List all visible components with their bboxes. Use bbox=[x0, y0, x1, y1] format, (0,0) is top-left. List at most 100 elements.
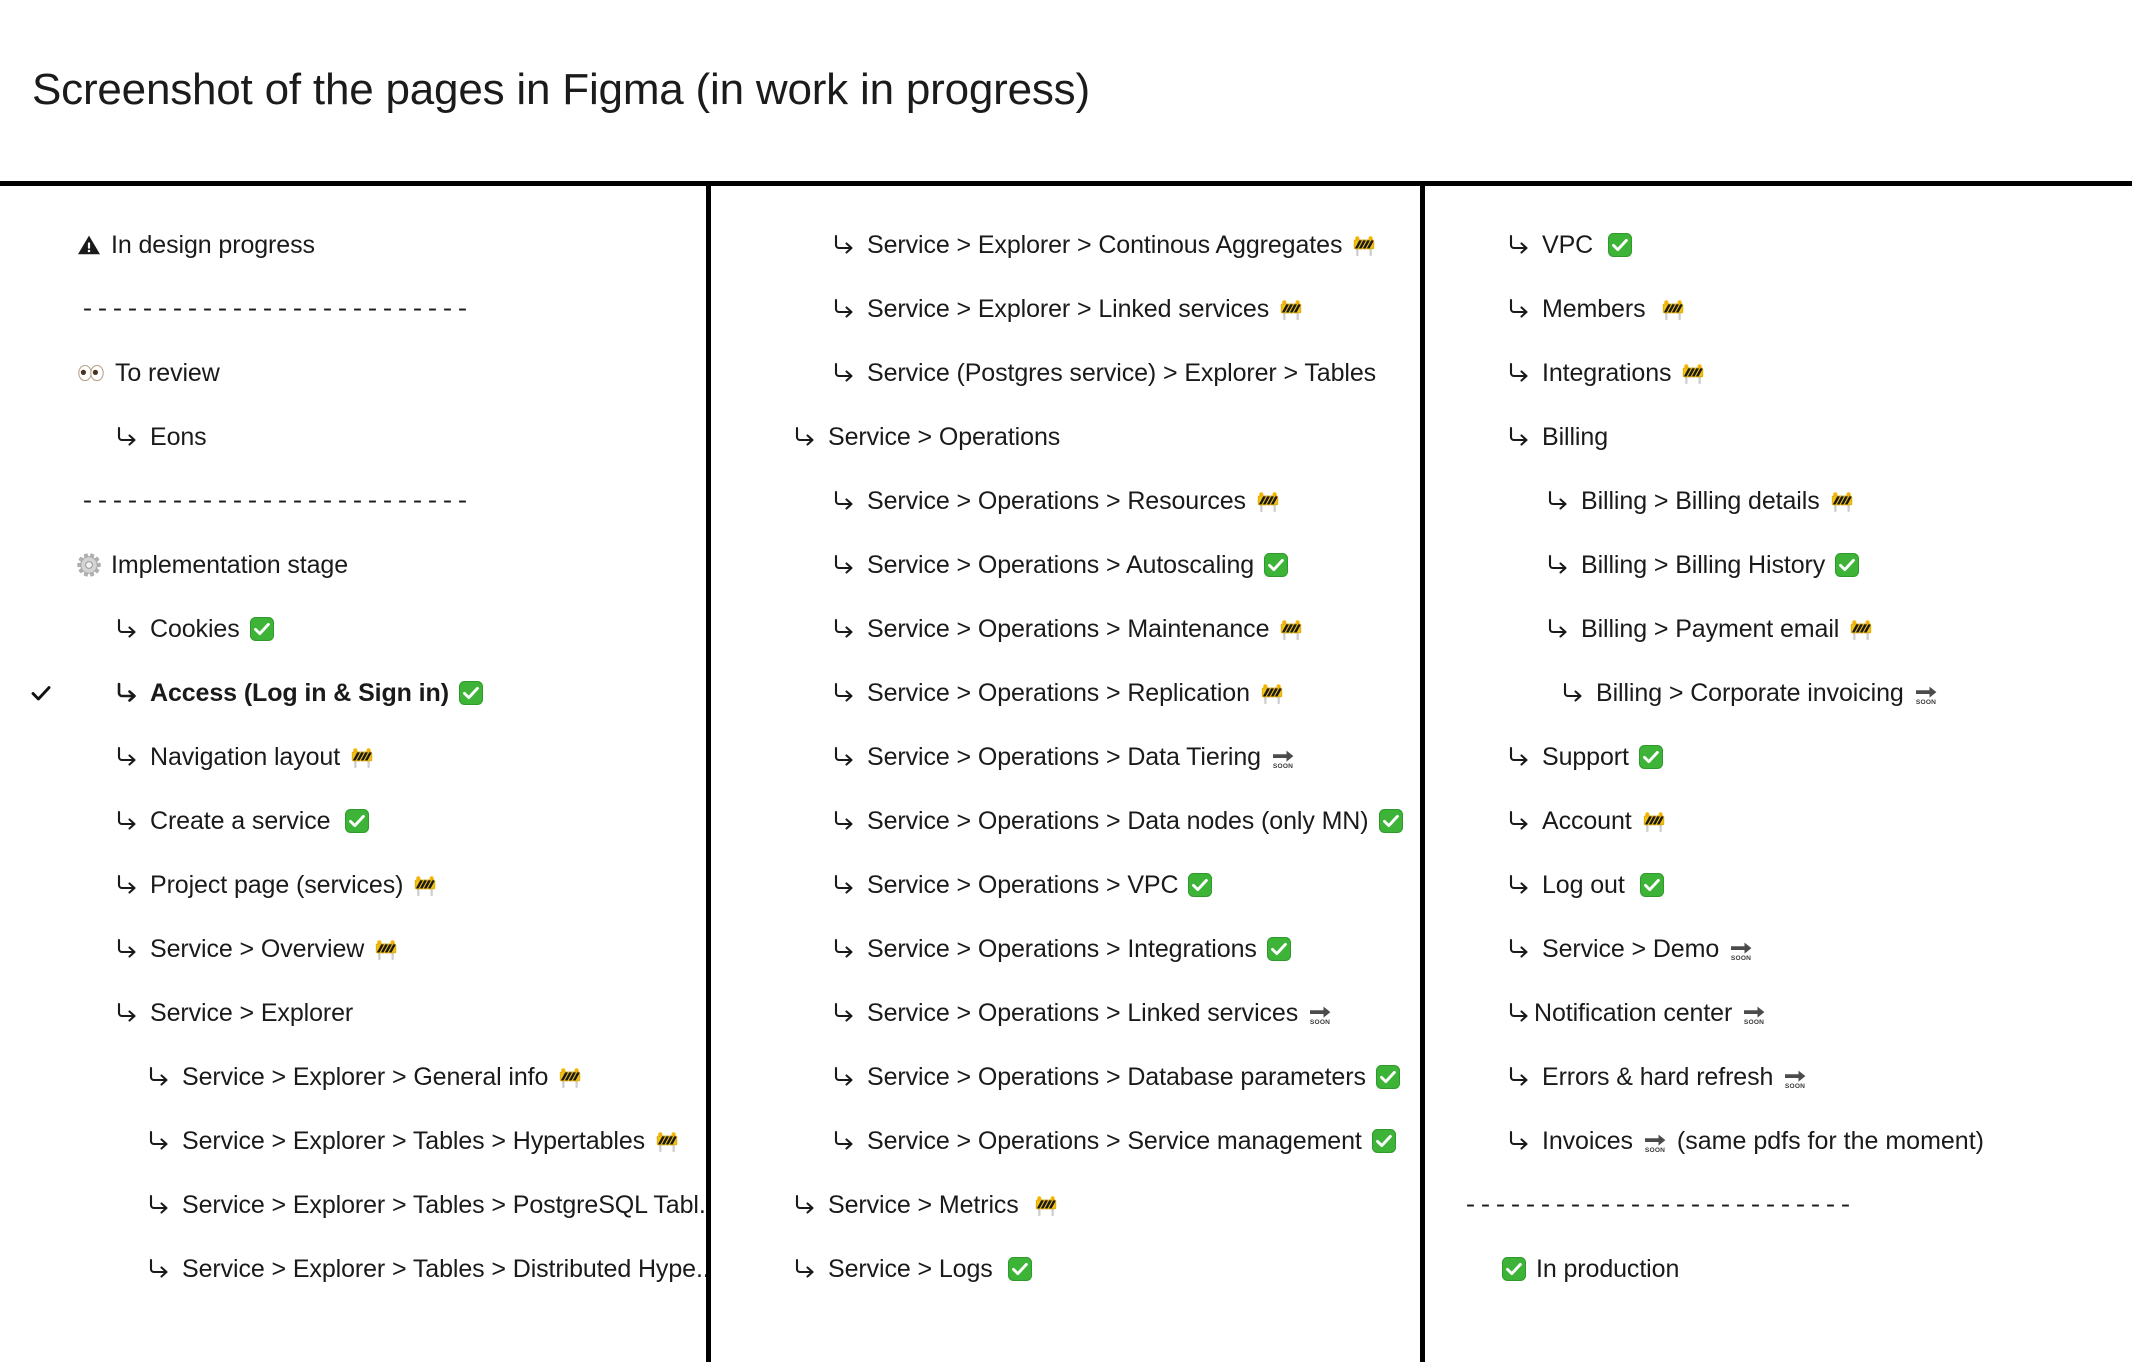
page-list-item[interactable]: Navigation layout bbox=[0, 725, 706, 789]
hook-arrow-icon bbox=[1506, 808, 1532, 834]
page-list-item-label: Billing > Billing History bbox=[1581, 550, 1826, 579]
soon-arrow-icon: SOON bbox=[1642, 1128, 1668, 1154]
page-list-item[interactable]: Service > Operations bbox=[711, 405, 1420, 469]
svg-text:SOON: SOON bbox=[1916, 699, 1936, 706]
page-list-item[interactable]: Service > Operations > Integrations bbox=[711, 917, 1420, 981]
page-list-item[interactable]: Invoices SOON (same pdfs for the moment) bbox=[1425, 1109, 2132, 1173]
hook-arrow-icon bbox=[114, 616, 140, 642]
hook-arrow-icon bbox=[831, 232, 857, 258]
page-list-item-label: Navigation layout bbox=[150, 742, 341, 771]
page-list-item-label: Billing > Corporate invoicing bbox=[1596, 678, 1904, 707]
page-list-item[interactable]: Service > Operations > VPC bbox=[711, 853, 1420, 917]
column-service-operations: Service > Explorer > Continous Aggregate… bbox=[711, 186, 1425, 1362]
page-list-item[interactable]: Service > Operations > Database paramete… bbox=[711, 1045, 1420, 1109]
page-list-item-label: Service > Operations bbox=[828, 422, 1061, 451]
hook-arrow-icon bbox=[114, 872, 140, 898]
page-list-item[interactable]: Create a service bbox=[0, 789, 706, 853]
page-list-item[interactable]: Service > Operations > Service managemen… bbox=[711, 1109, 1420, 1173]
page-list-item[interactable]: Billing > Billing details bbox=[1425, 469, 2132, 533]
page-list-item[interactable]: Service > Explorer > Linked services bbox=[711, 277, 1420, 341]
white-check-mark-icon bbox=[1638, 744, 1664, 770]
soon-arrow-icon: SOON bbox=[1270, 744, 1296, 770]
page-list-item[interactable]: Support bbox=[1425, 725, 2132, 789]
page-list-item[interactable]: Billing bbox=[1425, 405, 2132, 469]
page-list-item[interactable]: Billing > Payment email bbox=[1425, 597, 2132, 661]
soon-arrow-icon: SOON bbox=[1741, 1000, 1767, 1026]
page-list-item-label: Service > Overview bbox=[150, 934, 365, 963]
page-list-item[interactable]: Service > Explorer > General info bbox=[0, 1045, 706, 1109]
page-list-item[interactable]: Eons bbox=[0, 405, 706, 469]
soon-arrow-icon: SOON bbox=[1728, 936, 1754, 962]
page-list-item[interactable]: Service > Explorer bbox=[0, 981, 706, 1045]
eyes-icon bbox=[76, 360, 106, 386]
hook-arrow-icon bbox=[146, 1128, 172, 1154]
page-list-item[interactable]: Service > Explorer > Tables > Distribute… bbox=[0, 1237, 706, 1301]
page-list-item[interactable]: Log out bbox=[1425, 853, 2132, 917]
page-list-item[interactable]: Service > Demo SOON bbox=[1425, 917, 2132, 981]
white-check-mark-icon bbox=[344, 808, 370, 834]
page-list-item-label: Service > Explorer > Tables > Distribute… bbox=[182, 1254, 711, 1283]
page-list-item-label: Service > Operations > VPC bbox=[867, 870, 1179, 899]
page-list-item[interactable]: Service (Postgres service) > Explorer > … bbox=[711, 341, 1420, 405]
page-list-item-label: Invoices bbox=[1542, 1126, 1633, 1155]
page-list-item-label: Project page (services) bbox=[150, 870, 404, 899]
construction-barrier-icon bbox=[373, 936, 399, 962]
page-list-item[interactable]: Service > Operations > Replication bbox=[711, 661, 1420, 725]
hook-arrow-icon bbox=[792, 1192, 818, 1218]
construction-barrier-icon bbox=[412, 872, 438, 898]
page-list-item[interactable]: Project page (services) bbox=[0, 853, 706, 917]
status-group-label: In production bbox=[1536, 1254, 1680, 1283]
white-check-mark-icon bbox=[1371, 1128, 1397, 1154]
page-list-item[interactable]: Access (Log in & Sign in) bbox=[0, 661, 706, 725]
status-group-heading[interactable]: To review bbox=[0, 341, 706, 405]
construction-barrier-icon bbox=[1255, 488, 1281, 514]
dashed-separator: -------------------------- bbox=[1425, 1173, 2132, 1237]
page-list-item[interactable]: Service > Explorer > Tables > PostgreSQL… bbox=[0, 1173, 706, 1237]
hook-arrow-icon bbox=[1560, 680, 1586, 706]
page-list-item[interactable]: Members bbox=[1425, 277, 2132, 341]
page-list-item[interactable]: Service > Operations > Data nodes (only … bbox=[711, 789, 1420, 853]
page-list-item[interactable]: Notification center SOON bbox=[1425, 981, 2132, 1045]
white-check-mark-icon bbox=[1263, 552, 1289, 578]
status-group-label: In design progress bbox=[111, 230, 315, 259]
page-list-item-label: Support bbox=[1542, 742, 1629, 771]
page-list-item[interactable]: Integrations bbox=[1425, 341, 2132, 405]
hook-arrow-icon bbox=[831, 872, 857, 898]
white-check-mark-icon bbox=[1007, 1256, 1033, 1282]
page-list-item[interactable]: Service > Metrics bbox=[711, 1173, 1420, 1237]
page-list-item[interactable]: Service > Operations > Autoscaling bbox=[711, 533, 1420, 597]
page-list-item-label: Service > Operations > Service managemen… bbox=[867, 1126, 1362, 1155]
page-list-item[interactable]: Service > Explorer > Tables > Hypertable… bbox=[0, 1109, 706, 1173]
status-group-heading[interactable]: In production bbox=[1425, 1237, 2132, 1301]
page-list-item-label: Eons bbox=[150, 422, 207, 451]
hook-arrow-icon bbox=[831, 488, 857, 514]
page-list-item-label: Billing > Payment email bbox=[1581, 614, 1840, 643]
svg-text:SOON: SOON bbox=[1273, 763, 1293, 770]
page-list-item-label: Service > Explorer > General info bbox=[182, 1062, 549, 1091]
page-list-item[interactable]: Billing > Billing History bbox=[1425, 533, 2132, 597]
page-list-item[interactable]: Service > Overview bbox=[0, 917, 706, 981]
page-list-item-label: Service > Operations > Integrations bbox=[867, 934, 1257, 963]
page-list-item[interactable]: Service > Operations > Linked services SO… bbox=[711, 981, 1420, 1045]
page-list-item-label: Service (Postgres service) > Explorer > … bbox=[867, 358, 1377, 387]
page-list-item[interactable]: VPC bbox=[1425, 213, 2132, 277]
hook-arrow-icon bbox=[1506, 1128, 1532, 1154]
status-group-heading[interactable]: In design progress bbox=[0, 213, 706, 277]
hook-arrow-icon bbox=[831, 936, 857, 962]
page-list-item-label: Cookies bbox=[150, 614, 240, 643]
page-list-item[interactable]: Billing > Corporate invoicing SOON bbox=[1425, 661, 2132, 725]
page-list-item[interactable]: Service > Operations > Data Tiering SOON bbox=[711, 725, 1420, 789]
page-list-item[interactable]: Errors & hard refresh SOON bbox=[1425, 1045, 2132, 1109]
hook-arrow-icon bbox=[114, 680, 140, 706]
page-list-item[interactable]: Service > Operations > Maintenance bbox=[711, 597, 1420, 661]
page-list-item[interactable]: Cookies bbox=[0, 597, 706, 661]
page-list-item[interactable]: Service > Logs bbox=[711, 1237, 1420, 1301]
gear-icon bbox=[76, 552, 102, 578]
page-list-item[interactable]: Service > Explorer > Continous Aggregate… bbox=[711, 213, 1420, 277]
soon-arrow-icon: SOON bbox=[1782, 1064, 1808, 1090]
page-list-item[interactable]: Service > Operations > Resources bbox=[711, 469, 1420, 533]
status-group-heading[interactable]: Implementation stage bbox=[0, 533, 706, 597]
page-list-item[interactable]: Account bbox=[1425, 789, 2132, 853]
svg-text:SOON: SOON bbox=[1310, 1019, 1330, 1026]
hook-arrow-icon bbox=[1506, 872, 1532, 898]
